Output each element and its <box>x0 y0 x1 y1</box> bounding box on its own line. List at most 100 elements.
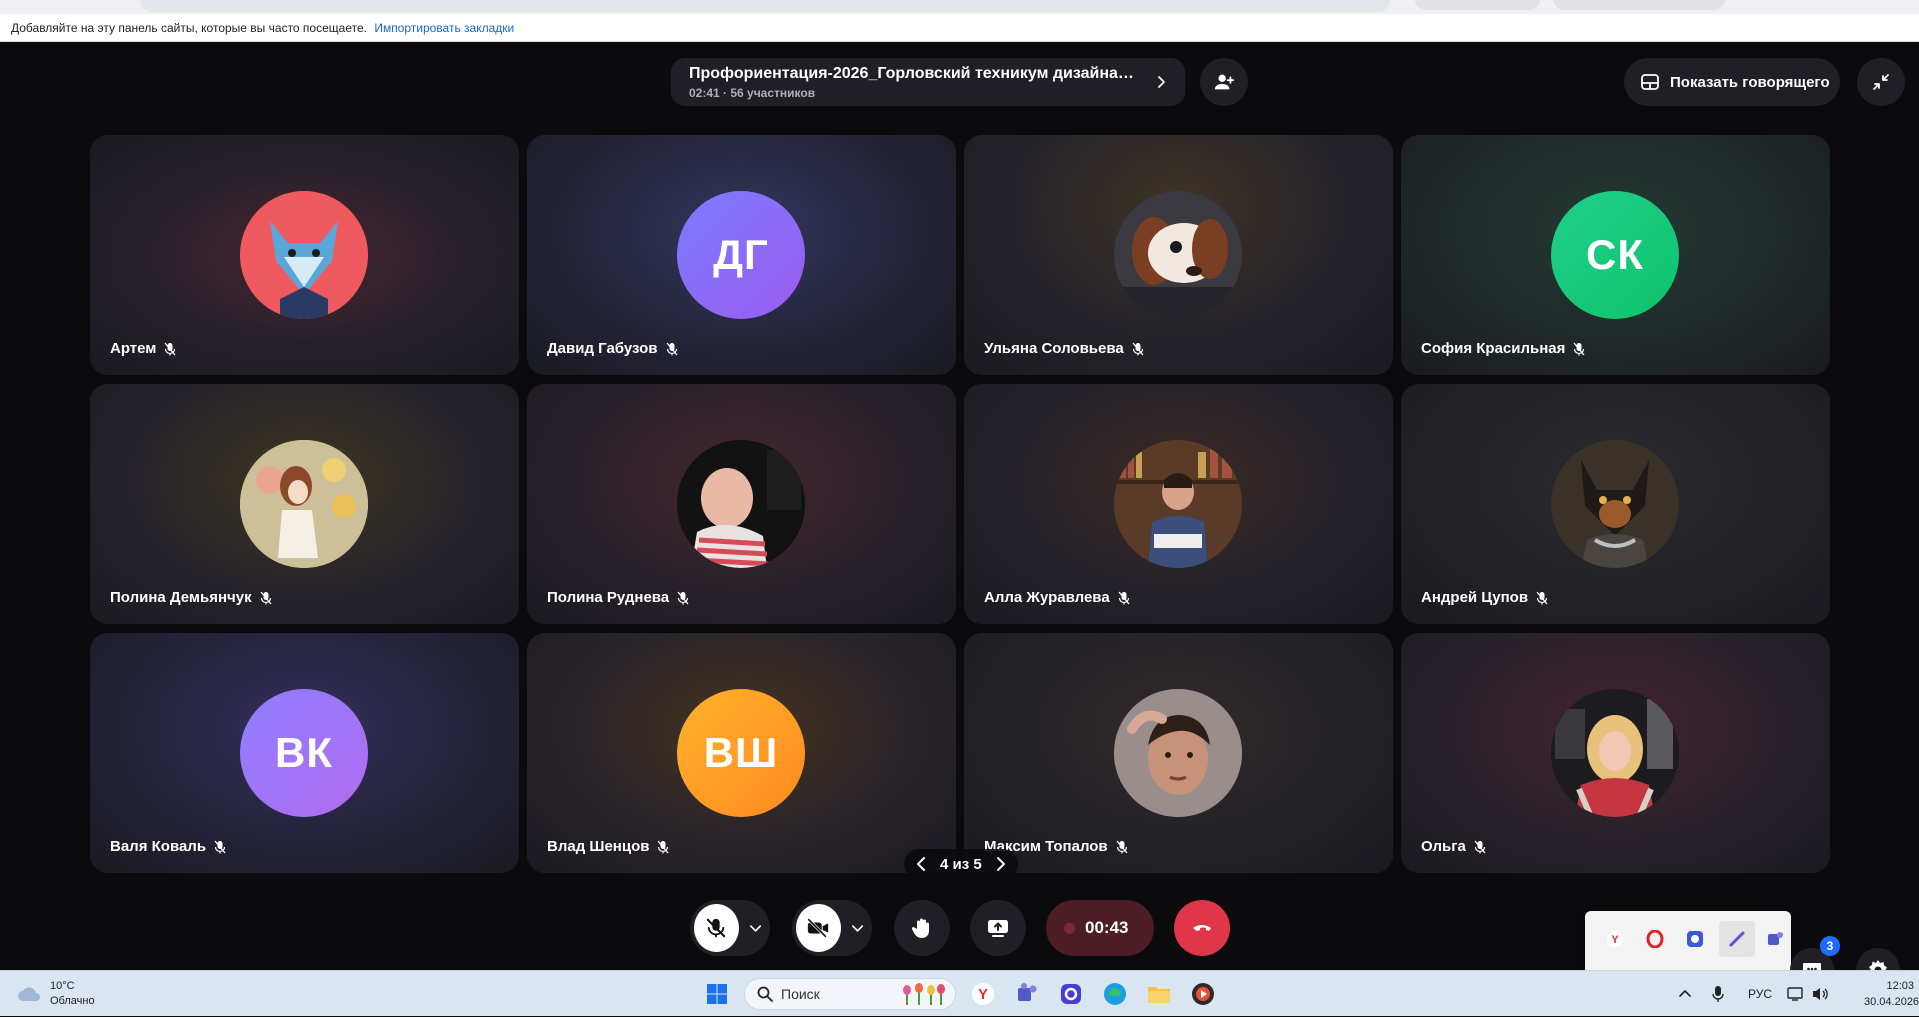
participant-tile[interactable]: Андрей Цупов <box>1401 384 1830 624</box>
mic-off-icon <box>1573 342 1585 355</box>
weather-condition: Облачно <box>50 995 95 1007</box>
record-dot-icon <box>1064 922 1075 934</box>
chevron-down-icon[interactable] <box>851 921 864 935</box>
participant-tile[interactable]: Полина Демьянчук <box>90 384 519 624</box>
participant-name-text: София Красильная <box>1421 340 1566 357</box>
participant-tile[interactable]: Ульяна Соловьева <box>964 135 1393 375</box>
avatar <box>1114 440 1242 568</box>
participant-name-text: Ольга <box>1421 838 1466 855</box>
participant-tile[interactable]: Алла Журавлева <box>964 384 1393 624</box>
bookmarks-bar: Добавляйте на эту панель сайты, которые … <box>0 14 1919 42</box>
svg-text:Y: Y <box>978 986 988 1003</box>
mic-off-icon <box>1536 591 1548 604</box>
next-page-button[interactable] <box>992 855 1010 873</box>
participant-tile[interactable]: Полина Руднева <box>527 384 956 624</box>
media-player-icon[interactable] <box>1189 980 1217 1008</box>
girl-photo-icon <box>677 440 805 568</box>
participant-tile[interactable]: Ольга <box>1401 633 1830 873</box>
teams-taskbar-icon[interactable] <box>1013 980 1041 1008</box>
show-speaker-label: Показать говорящего <box>1670 73 1830 91</box>
volume-icon[interactable] <box>1808 980 1832 1008</box>
bookmarks-hint: Добавляйте на эту панель сайты, которые … <box>11 21 367 35</box>
microphone-tray-icon[interactable] <box>1706 980 1730 1008</box>
start-button[interactable] <box>703 980 731 1008</box>
mic-off-icon <box>1132 342 1144 355</box>
copilot-taskbar-icon[interactable] <box>1057 980 1085 1008</box>
os-taskbar: 10°C Облачно Поиск Y РУС 12:03 30.04.202… <box>0 970 1919 1016</box>
boy-photo-icon <box>1114 689 1242 817</box>
pen-icon[interactable] <box>1719 921 1755 957</box>
raise-hand-button[interactable] <box>894 900 950 956</box>
participant-tile[interactable]: ДГ Давид Габузов <box>527 135 956 375</box>
meeting-info-button[interactable]: Профориентация-2026_Горловский техникум … <box>671 58 1185 106</box>
prev-page-button[interactable] <box>912 855 930 873</box>
participant-tile[interactable]: ВШ Влад Шенцов <box>527 633 956 873</box>
mic-off-icon <box>1118 591 1130 604</box>
search-icon <box>757 986 773 1002</box>
blonde-photo-icon <box>1551 689 1679 817</box>
svg-text:Y: Y <box>1611 934 1619 946</box>
avatar-initials: ВК <box>275 729 333 776</box>
chevron-down-icon[interactable] <box>749 921 762 935</box>
meeting-title: Профориентация-2026_Горловский техникум … <box>689 65 1135 82</box>
mic-off-icon <box>260 591 272 604</box>
meeting-subtitle: 02:41 · 56 участников <box>689 86 816 100</box>
participant-tile[interactable]: ВК Валя Коваль <box>90 633 519 873</box>
end-call-button[interactable] <box>1174 900 1230 956</box>
recording-timer: 00:43 <box>1085 918 1129 937</box>
weather-widget[interactable]: 10°C Облачно <box>16 979 95 1009</box>
camera-button[interactable] <box>792 900 872 956</box>
participant-name: Влад Шенцов <box>547 838 669 855</box>
search-placeholder: Поиск <box>781 986 820 1002</box>
network-icon[interactable] <box>1784 980 1808 1008</box>
address-bar[interactable] <box>140 0 1390 12</box>
show-hidden-icons-button[interactable] <box>1673 980 1697 1008</box>
clock-date: 30.04.2026 <box>1864 996 1919 1008</box>
grid-pager: 4 из 5 <box>904 849 1018 879</box>
microphone-button[interactable] <box>690 900 770 956</box>
participant-tile[interactable]: Артем <box>90 135 519 375</box>
opera-icon[interactable] <box>1643 927 1667 951</box>
screen-share-button[interactable] <box>970 900 1026 956</box>
participant-name: Алла Журавлева <box>984 589 1130 606</box>
participant-tile[interactable]: Максим Топалов <box>964 633 1393 873</box>
chevron-up-icon <box>1679 990 1691 997</box>
participant-name-text: Валя Коваль <box>110 838 207 855</box>
library-photo-icon <box>1114 440 1242 568</box>
mic-off-icon <box>707 918 726 938</box>
camera-toggle[interactable] <box>796 904 841 952</box>
recording-indicator[interactable]: 00:43 <box>1046 900 1154 956</box>
screenshot-tool-icon[interactable] <box>1683 927 1707 951</box>
participant-name: Давид Габузов <box>547 340 678 357</box>
show-speaker-button[interactable]: Показать говорящего <box>1624 58 1840 106</box>
add-participant-button[interactable] <box>1200 58 1248 106</box>
teams-icon[interactable] <box>1763 927 1787 951</box>
input-language[interactable]: РУС <box>1748 971 1772 1017</box>
avatar: ДГ <box>677 191 805 319</box>
browser-profile-button[interactable] <box>1553 0 1725 10</box>
page-indicator: 4 из 5 <box>940 855 982 873</box>
file-explorer-icon[interactable] <box>1145 980 1173 1008</box>
yandex-browser-icon[interactable]: Y <box>1603 927 1627 951</box>
chat-unread-badge: 3 <box>1820 936 1840 956</box>
participant-tile[interactable]: СК София Красильная <box>1401 135 1830 375</box>
exit-fullscreen-button[interactable] <box>1857 58 1905 106</box>
taskbar-search[interactable]: Поиск <box>744 978 956 1010</box>
avatar <box>1114 191 1242 319</box>
avatar-initials: ВШ <box>703 729 779 776</box>
mic-off-icon <box>677 591 689 604</box>
minimize-icon <box>1873 74 1889 90</box>
edge-taskbar-icon[interactable] <box>1101 980 1129 1008</box>
system-clock[interactable]: 12:03 30.04.2026 <box>1864 978 1919 1010</box>
mic-toggle[interactable] <box>694 904 739 952</box>
cloud-icon <box>18 987 40 1001</box>
browser-toolbar <box>0 0 1919 14</box>
add-user-icon <box>1214 74 1235 90</box>
browser-pill-button[interactable] <box>1415 0 1540 10</box>
yandex-taskbar-icon[interactable]: Y <box>969 980 997 1008</box>
import-bookmarks-link[interactable]: Импортировать закладки <box>374 21 514 35</box>
avatar: СК <box>1551 191 1679 319</box>
participant-name-text: Алла Журавлева <box>984 589 1110 606</box>
avatar: ВК <box>240 689 368 817</box>
weather-temperature: 10°C <box>50 980 75 992</box>
